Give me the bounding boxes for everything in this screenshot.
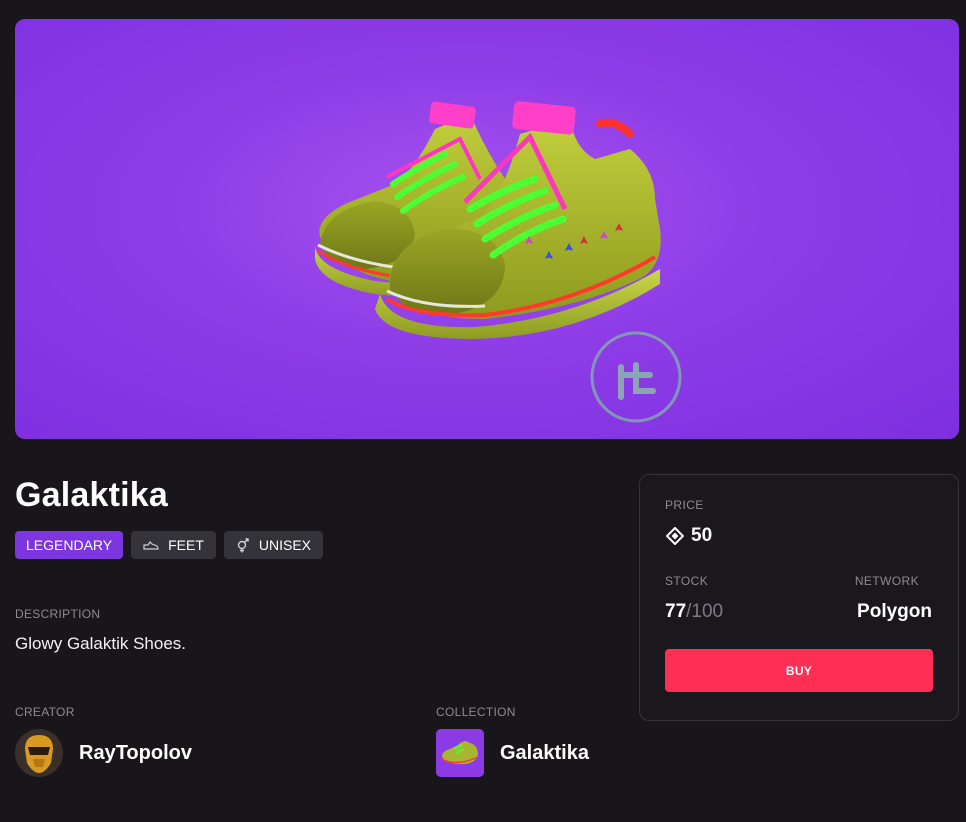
stock-total: /100 (686, 601, 724, 622)
category-badge: FEET (131, 531, 216, 559)
description-text: Glowy Galaktik Shoes. (15, 634, 187, 653)
item-tags: LEGENDARY FEET UNISEX (15, 531, 324, 559)
gender-label: UNISEX (258, 537, 312, 553)
description-label: DESCRIPTION (15, 607, 101, 621)
creator-avatar (15, 729, 63, 777)
price-amount: 50 (691, 525, 713, 546)
brand-watermark-icon (590, 331, 682, 423)
stock-count: 77 (665, 601, 687, 622)
purchase-card: PRICE 50 STOCK 77/100 NETWORK Polygon BU… (639, 474, 959, 721)
creator-name: RayTopolov (79, 741, 192, 764)
unisex-icon (236, 537, 250, 553)
diamond-currency-icon (666, 527, 684, 545)
collection-thumbnail (436, 729, 484, 777)
rarity-badge: LEGENDARY (15, 531, 124, 559)
item-title: Galaktika (15, 476, 169, 514)
buy-button[interactable]: BUY (665, 649, 933, 692)
price-value: 50 (666, 525, 712, 547)
category-label: FEET (168, 537, 204, 553)
collection-link[interactable]: Galaktika (436, 729, 589, 777)
rarity-label: LEGENDARY (26, 537, 113, 553)
gender-badge: UNISEX (223, 531, 324, 559)
sneakers-illustration (315, 101, 682, 423)
price-label: PRICE (665, 498, 704, 512)
network-value: Polygon (857, 601, 932, 622)
collection-label: COLLECTION (436, 705, 516, 719)
stock-label: STOCK (665, 574, 709, 588)
item-preview-image (15, 19, 959, 439)
creator-label: CREATOR (15, 705, 75, 719)
shoe-icon (143, 539, 159, 551)
collection-name: Galaktika (500, 741, 589, 764)
network-label: NETWORK (854, 574, 919, 588)
creator-link[interactable]: RayTopolov (15, 729, 192, 777)
stock-value: 77/100 (665, 601, 723, 623)
